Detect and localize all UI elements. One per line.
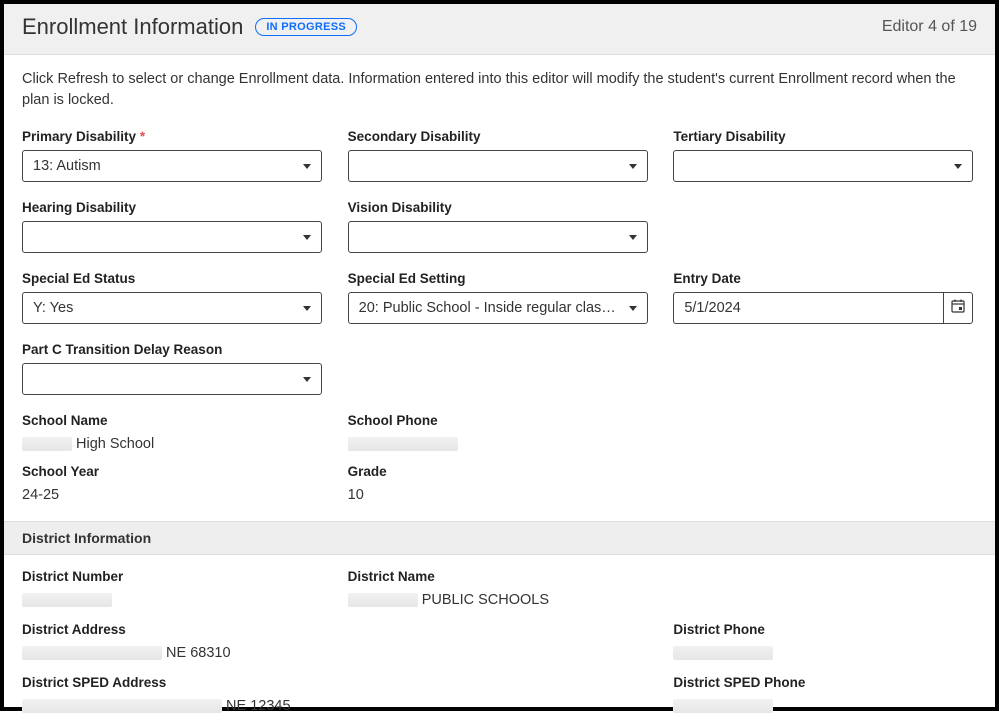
entry-date-label: Entry Date [673, 271, 977, 286]
editor-body: Click Refresh to select or change Enroll… [4, 55, 995, 714]
row-partc: Part C Transition Delay Reason [22, 342, 977, 395]
field-sped-status: Special Ed Status Y: Yes [22, 271, 326, 324]
primary-disability-select[interactable]: 13: Autism [22, 150, 322, 182]
field-district-sped-address: District SPED Address NE 12345 [22, 675, 326, 714]
redacted-block [22, 593, 112, 607]
page-title: Enrollment Information [22, 14, 243, 40]
school-year-label: School Year [22, 464, 326, 479]
district-phone-label: District Phone [673, 622, 977, 637]
redacted-block [22, 646, 162, 660]
calendar-icon [950, 298, 966, 319]
entry-date-group: 5/1/2024 [673, 292, 973, 324]
sped-status-select[interactable]: Y: Yes [22, 292, 322, 324]
field-secondary-disability: Secondary Disability [348, 129, 652, 182]
row-school-2: School Year 24-25 Grade 10 [22, 464, 977, 503]
district-sped-phone-value [673, 696, 977, 714]
secondary-disability-select[interactable] [348, 150, 648, 182]
tertiary-disability-select[interactable] [673, 150, 973, 182]
field-hearing-disability: Hearing Disability [22, 200, 326, 253]
entry-date-picker-button[interactable] [943, 292, 973, 324]
editor-counter: Editor 4 of 19 [882, 18, 977, 36]
grade-label: Grade [348, 464, 652, 479]
redacted-block [22, 437, 72, 451]
partc-delay-select[interactable] [22, 363, 322, 395]
district-sped-phone-label: District SPED Phone [673, 675, 977, 690]
redacted-block [673, 646, 773, 660]
district-name-label: District Name [348, 569, 652, 584]
partc-delay-label: Part C Transition Delay Reason [22, 342, 326, 357]
row-sped: Special Ed Status Y: Yes Special Ed Sett… [22, 271, 977, 324]
district-number-label: District Number [22, 569, 326, 584]
row-school-1: School Name High School School Phone [22, 413, 977, 452]
app-window: Enrollment Information IN PROGRESS Edito… [0, 0, 999, 711]
district-phone-value [673, 643, 977, 661]
primary-disability-label: Primary Disability * [22, 129, 326, 144]
field-district-phone: District Phone [673, 622, 977, 661]
secondary-disability-label: Secondary Disability [348, 129, 652, 144]
field-school-name: School Name High School [22, 413, 326, 452]
field-district-name: District Name PUBLIC SCHOOLS [348, 569, 652, 608]
spacer-col [673, 200, 977, 253]
field-primary-disability: Primary Disability * 13: Autism [22, 129, 326, 182]
district-address-value: NE 68310 [22, 643, 326, 661]
field-partc-delay: Part C Transition Delay Reason [22, 342, 326, 395]
school-name-label: School Name [22, 413, 326, 428]
hearing-disability-select[interactable] [22, 221, 322, 253]
field-district-address: District Address NE 68310 [22, 622, 326, 661]
row-district-2: District Address NE 68310 District Phone [22, 622, 977, 661]
district-address-label: District Address [22, 622, 326, 637]
field-entry-date: Entry Date 5/1/2024 [673, 271, 977, 324]
row-district-3: District SPED Address NE 12345 District … [22, 675, 977, 714]
editor-header: Enrollment Information IN PROGRESS Edito… [4, 4, 995, 55]
redacted-block [673, 699, 773, 713]
school-name-value: High School [22, 434, 326, 452]
field-district-sped-phone: District SPED Phone [673, 675, 977, 714]
field-sped-setting: Special Ed Setting 20: Public School - I… [348, 271, 652, 324]
field-school-phone: School Phone [348, 413, 652, 452]
redacted-block [22, 699, 222, 713]
row-disability-1: Primary Disability * 13: Autism Secondar… [22, 129, 977, 182]
hearing-disability-label: Hearing Disability [22, 200, 326, 215]
redacted-block [348, 593, 418, 607]
vision-disability-select[interactable] [348, 221, 648, 253]
district-sped-address-value: NE 12345 [22, 696, 326, 714]
row-district-1: District Number District Name PUBLIC SCH… [22, 569, 977, 608]
field-school-year: School Year 24-25 [22, 464, 326, 503]
vision-disability-label: Vision Disability [348, 200, 652, 215]
status-badge: IN PROGRESS [255, 18, 357, 36]
field-vision-disability: Vision Disability [348, 200, 652, 253]
row-disability-2: Hearing Disability Vision Disability [22, 200, 977, 253]
field-grade: Grade 10 [348, 464, 652, 503]
instructions-text: Click Refresh to select or change Enroll… [22, 69, 977, 111]
school-year-value: 24-25 [22, 485, 326, 503]
sped-setting-select[interactable]: 20: Public School - Inside regular class… [348, 292, 648, 324]
header-left: Enrollment Information IN PROGRESS [22, 14, 357, 40]
grade-value: 10 [348, 485, 652, 503]
district-number-value [22, 590, 326, 608]
sped-status-label: Special Ed Status [22, 271, 326, 286]
school-phone-value [348, 434, 652, 452]
sped-setting-label: Special Ed Setting [348, 271, 652, 286]
field-tertiary-disability: Tertiary Disability [673, 129, 977, 182]
district-name-value: PUBLIC SCHOOLS [348, 590, 652, 608]
district-section-heading: District Information [4, 521, 995, 555]
school-phone-label: School Phone [348, 413, 652, 428]
redacted-block [348, 437, 458, 451]
district-sped-address-label: District SPED Address [22, 675, 326, 690]
entry-date-input[interactable]: 5/1/2024 [673, 292, 943, 324]
required-marker: * [140, 129, 145, 144]
field-district-number: District Number [22, 569, 326, 608]
tertiary-disability-label: Tertiary Disability [673, 129, 977, 144]
